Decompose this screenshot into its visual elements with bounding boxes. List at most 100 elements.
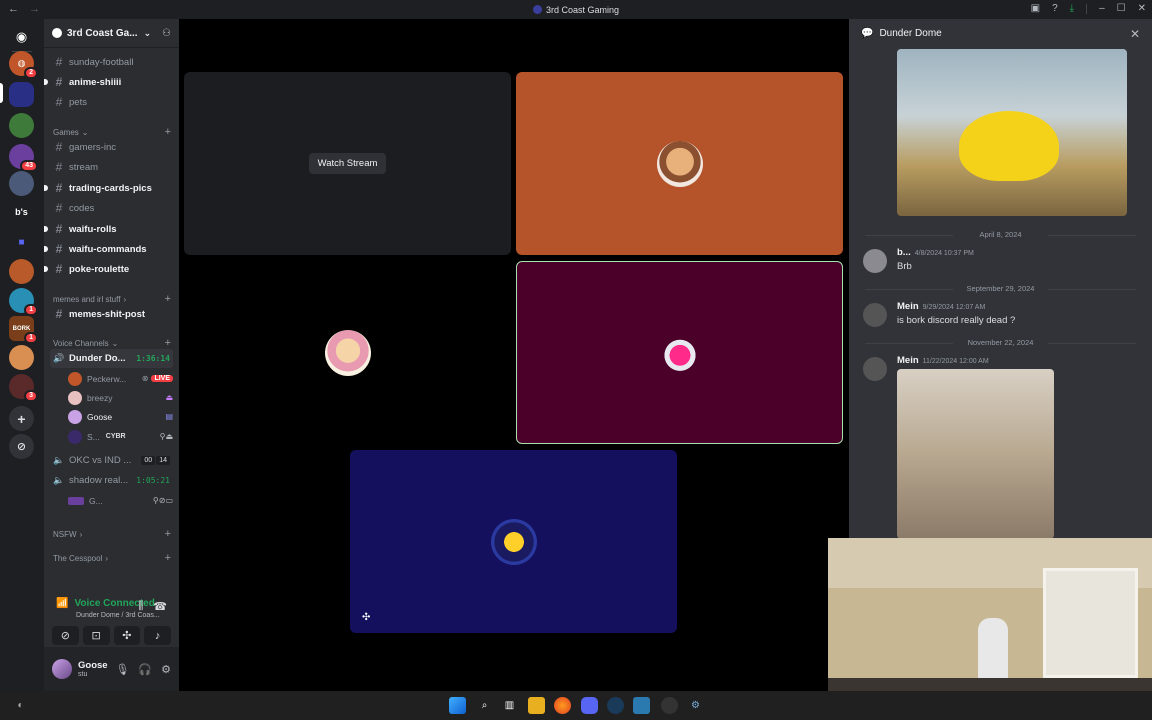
folder-icon[interactable]: ■: [9, 230, 34, 255]
download-icon[interactable]: ⤓: [1070, 3, 1074, 14]
chevron-right-icon: ›: [79, 529, 83, 539]
voice-user[interactable]: Peckerw... ⊗ LIVE: [68, 369, 173, 388]
image-attachment[interactable]: [897, 369, 1054, 539]
voice-channel-okc[interactable]: 🔈 OKC vs IND ... 00 14: [50, 451, 173, 470]
add-server-icon[interactable]: +: [9, 406, 34, 431]
server-header[interactable]: 3rd Coast Ga... ⌄ ⚇: [44, 19, 179, 48]
gear-icon[interactable]: ⚙: [161, 663, 171, 676]
server-icon[interactable]: 1: [9, 288, 38, 316]
explore-icon[interactable]: ⊘: [9, 434, 34, 459]
activities-button[interactable]: ✣: [113, 626, 141, 645]
category-memes[interactable]: memes and irl stuff › +: [53, 293, 171, 305]
category-games[interactable]: Games ⌄ +: [53, 126, 171, 138]
category-nsfw[interactable]: NSFW › +: [53, 528, 171, 540]
add-channel-icon[interactable]: +: [165, 528, 171, 540]
active-server-pill: [0, 83, 3, 103]
clan-tag: CYBR: [105, 433, 126, 440]
channel-item[interactable]: # codes: [52, 199, 173, 217]
avatar: [68, 371, 82, 386]
channel-item[interactable]: # trading-cards-pics: [44, 179, 173, 197]
server-icon[interactable]: BORK 1: [9, 316, 38, 344]
participant-tile-speaking[interactable]: [516, 261, 843, 444]
screen-share-button[interactable]: ⊡: [82, 626, 110, 645]
channel-item[interactable]: # anime-shiiii: [44, 73, 173, 91]
obs-icon[interactable]: [661, 697, 678, 714]
channel-sidebar: 3rd Coast Ga... ⌄ ⚇ # sunday-football # an…: [44, 19, 179, 691]
disconnect-icon[interactable]: ☎: [153, 600, 167, 613]
microphone-icon[interactable]: 🎙: [115, 663, 129, 676]
avatar[interactable]: [863, 303, 887, 327]
headphones-icon[interactable]: 🎧: [138, 663, 152, 676]
maximize-icon[interactable]: ☐: [1117, 3, 1126, 14]
firefox-icon[interactable]: [554, 697, 571, 714]
voice-location[interactable]: Dunder Dome / 3rd Coas...: [76, 612, 160, 619]
hash-icon: #: [55, 222, 63, 236]
image-attachment[interactable]: [897, 49, 1127, 216]
add-channel-icon[interactable]: +: [165, 552, 171, 564]
app-icon[interactable]: [633, 697, 650, 714]
watch-stream-button[interactable]: Watch Stream: [308, 153, 387, 174]
settings-icon[interactable]: ⚙: [687, 697, 704, 714]
server-icon[interactable]: [9, 171, 34, 196]
server-rail: ◉ ◍ 2 43 b's ■ 1 BORK 1 3 + ⊘: [0, 19, 44, 691]
server-icon[interactable]: [9, 113, 34, 138]
voice-channel-shadow[interactable]: 🔈 shadow real... 1:05:21: [50, 471, 173, 490]
avatar[interactable]: [52, 659, 72, 679]
date-divider: September 29, 2024: [865, 284, 1136, 293]
channel-item[interactable]: # memes-shit-post: [52, 305, 173, 323]
server-icon[interactable]: ◍ 2: [9, 51, 38, 79]
channel-item[interactable]: # waifu-rolls: [44, 220, 173, 238]
server-icon[interactable]: [9, 259, 34, 284]
channel-item[interactable]: # stream: [52, 158, 173, 176]
noise-suppression-icon[interactable]: ⫼: [138, 600, 143, 613]
inbox-icon[interactable]: ▣: [1031, 3, 1040, 14]
chevron-down-icon: ⌄: [81, 127, 89, 137]
server-icon[interactable]: [9, 82, 34, 107]
add-channel-icon[interactable]: +: [165, 293, 171, 305]
add-channel-icon[interactable]: +: [165, 337, 171, 349]
windows-start-icon[interactable]: [449, 697, 466, 714]
task-view-icon[interactable]: ▥: [501, 697, 518, 714]
participant-tile[interactable]: ✣: [350, 450, 677, 633]
category-cesspool[interactable]: The Cesspool › +: [53, 552, 171, 564]
channel-item[interactable]: # pets: [52, 93, 173, 111]
server-icon[interactable]: [9, 345, 34, 370]
soundboard-button[interactable]: ♪: [144, 626, 171, 645]
invite-icon[interactable]: ⚇: [162, 28, 171, 39]
channel-item[interactable]: # poke-roulette: [44, 260, 173, 278]
file-explorer-icon[interactable]: [528, 697, 545, 714]
category-voice[interactable]: Voice Channels ⌄ +: [53, 337, 171, 349]
server-icon[interactable]: 43: [9, 144, 38, 172]
close-icon[interactable]: ✕: [1130, 27, 1140, 41]
server-icon[interactable]: b's: [9, 199, 34, 224]
avatar[interactable]: [863, 357, 887, 381]
voice-user[interactable]: S... CYBR ⚲⏏: [68, 427, 173, 446]
voice-user[interactable]: breezy ⏏: [68, 388, 173, 407]
hash-icon: #: [55, 55, 63, 69]
widgets-icon[interactable]: ◐: [12, 697, 29, 714]
stream-tile[interactable]: Watch Stream: [184, 72, 511, 255]
voice-user[interactable]: G... ⚲⊘▭: [68, 491, 173, 510]
participant-tile[interactable]: [184, 261, 511, 444]
add-channel-icon[interactable]: +: [165, 126, 171, 138]
steam-icon[interactable]: [607, 697, 624, 714]
hash-icon: #: [55, 75, 63, 89]
voice-user[interactable]: Goose ▤: [68, 407, 173, 426]
server-icon[interactable]: 3: [9, 374, 38, 402]
channel-item[interactable]: # gamers-inc: [52, 138, 173, 156]
avatar: [68, 390, 82, 405]
help-icon[interactable]: ?: [1052, 3, 1058, 14]
voice-channel-dunder[interactable]: 🔊 Dunder Do... 1:36:14: [50, 349, 173, 368]
search-icon[interactable]: ⌕: [476, 697, 493, 714]
minimize-icon[interactable]: –: [1099, 3, 1105, 14]
channel-item[interactable]: # sunday-football: [52, 53, 173, 71]
discord-home-icon[interactable]: ◉: [9, 24, 34, 49]
discord-taskbar-icon[interactable]: [581, 697, 598, 714]
camera-off-button[interactable]: ⊘: [52, 626, 79, 645]
speaker-icon: 🔊: [53, 353, 65, 363]
avatar[interactable]: [863, 249, 887, 273]
channel-item[interactable]: # waifu-commands: [44, 240, 173, 258]
close-window-icon[interactable]: ✕: [1138, 3, 1146, 14]
activity-icon: ⏏: [165, 393, 173, 402]
participant-tile[interactable]: [516, 72, 843, 255]
